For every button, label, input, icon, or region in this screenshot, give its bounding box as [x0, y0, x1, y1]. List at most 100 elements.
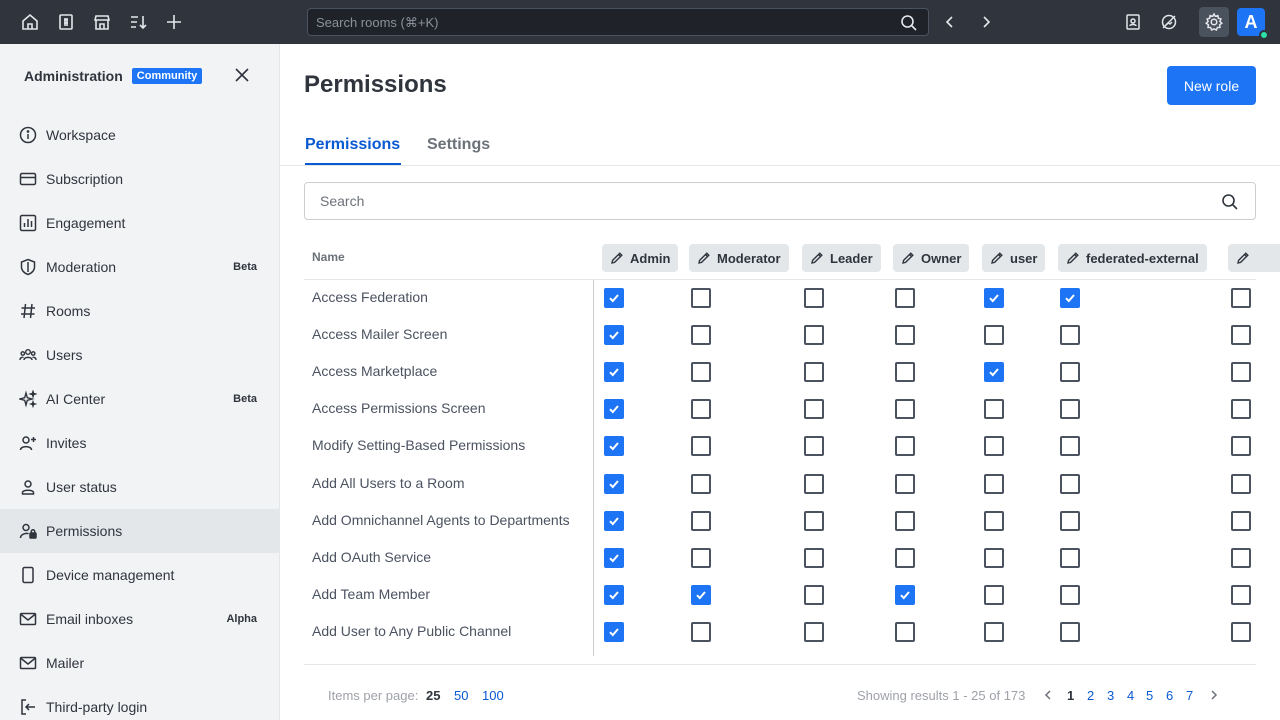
- permission-checkbox[interactable]: [1060, 325, 1080, 346]
- permission-checkbox[interactable]: [895, 473, 915, 494]
- permission-checkbox[interactable]: [895, 584, 915, 605]
- permission-checkbox[interactable]: [984, 362, 1004, 383]
- page-7[interactable]: 7: [1186, 688, 1193, 703]
- permission-checkbox[interactable]: [895, 325, 915, 346]
- sidebar-item-workspace[interactable]: Workspace: [0, 113, 279, 157]
- sidebar-item-email-inboxes[interactable]: Email inboxes Alpha: [0, 597, 279, 641]
- permission-checkbox[interactable]: [804, 288, 824, 308]
- sidebar-item-device-management[interactable]: Device management: [0, 553, 279, 597]
- permission-checkbox[interactable]: [604, 584, 624, 605]
- role-header-moderator[interactable]: Moderator: [689, 244, 789, 272]
- permission-checkbox[interactable]: [691, 584, 711, 605]
- permission-checkbox[interactable]: [804, 362, 824, 383]
- permission-checkbox[interactable]: [895, 436, 915, 457]
- permission-checkbox[interactable]: [984, 584, 1004, 605]
- permission-checkbox[interactable]: [1060, 621, 1080, 642]
- permission-checkbox[interactable]: [691, 473, 711, 494]
- next-page-icon[interactable]: [1208, 689, 1220, 701]
- permission-checkbox[interactable]: [1060, 510, 1080, 531]
- permission-checkbox[interactable]: [691, 547, 711, 568]
- permission-checkbox[interactable]: [1060, 362, 1080, 383]
- permission-checkbox[interactable]: [984, 510, 1004, 531]
- tab-settings[interactable]: Settings: [427, 136, 490, 154]
- permission-checkbox[interactable]: [691, 399, 711, 420]
- permission-checkbox[interactable]: [804, 399, 824, 420]
- sidebar-item-third-party-login[interactable]: Third-party login: [0, 685, 279, 720]
- role-header-admin[interactable]: Admin: [602, 244, 679, 272]
- sidebar-item-users[interactable]: Users: [0, 333, 279, 377]
- page-6[interactable]: 6: [1166, 688, 1173, 703]
- gear-icon[interactable]: [1202, 10, 1226, 34]
- permission-checkbox[interactable]: [691, 362, 711, 383]
- sidebar-item-mailer[interactable]: Mailer: [0, 641, 279, 685]
- back-arrow-icon[interactable]: [938, 10, 962, 34]
- new-role-button[interactable]: New role: [1167, 66, 1256, 105]
- permission-checkbox[interactable]: [804, 510, 824, 531]
- role-header-federated-external[interactable]: federated-external: [1058, 244, 1207, 272]
- permission-checkbox[interactable]: [604, 288, 624, 308]
- permission-checkbox[interactable]: [1231, 362, 1251, 383]
- sidebar-item-ai-center[interactable]: AI Center Beta: [0, 377, 279, 421]
- user-avatar[interactable]: A: [1237, 8, 1269, 40]
- permission-checkbox[interactable]: [804, 547, 824, 568]
- marketplace-icon[interactable]: [90, 10, 114, 34]
- permission-checkbox[interactable]: [691, 325, 711, 346]
- contact-book-icon[interactable]: [1121, 10, 1145, 34]
- permission-checkbox[interactable]: [1231, 547, 1251, 568]
- permission-checkbox[interactable]: [1231, 325, 1251, 346]
- permission-checkbox[interactable]: [895, 621, 915, 642]
- permission-checkbox[interactable]: [604, 436, 624, 457]
- role-header-clipped[interactable]: [1228, 244, 1280, 272]
- permission-checkbox[interactable]: [984, 325, 1004, 346]
- sidebar-item-rooms[interactable]: Rooms: [0, 289, 279, 333]
- close-icon[interactable]: [232, 65, 252, 85]
- permission-checkbox[interactable]: [984, 288, 1004, 308]
- sort-icon[interactable]: [126, 10, 150, 34]
- page-2[interactable]: 2: [1087, 688, 1094, 703]
- permission-checkbox[interactable]: [1231, 584, 1251, 605]
- permission-checkbox[interactable]: [604, 473, 624, 494]
- permission-checkbox[interactable]: [984, 399, 1004, 420]
- permission-checkbox[interactable]: [984, 436, 1004, 457]
- permission-checkbox[interactable]: [604, 510, 624, 531]
- permission-checkbox[interactable]: [1060, 584, 1080, 605]
- create-new-icon[interactable]: [162, 10, 186, 34]
- permission-checkbox[interactable]: [895, 399, 915, 420]
- permission-checkbox[interactable]: [984, 473, 1004, 494]
- items-per-page-25[interactable]: 25: [426, 688, 440, 703]
- permission-checkbox[interactable]: [895, 510, 915, 531]
- permission-checkbox[interactable]: [1060, 399, 1080, 420]
- permission-checkbox[interactable]: [604, 362, 624, 383]
- permission-checkbox[interactable]: [804, 473, 824, 494]
- permission-checkbox[interactable]: [1060, 547, 1080, 568]
- home-icon[interactable]: [18, 10, 42, 34]
- status-disabled-icon[interactable]: [1157, 10, 1181, 34]
- items-per-page-100[interactable]: 100: [482, 688, 504, 703]
- permission-checkbox[interactable]: [604, 325, 624, 346]
- permission-checkbox[interactable]: [804, 436, 824, 457]
- permission-checkbox[interactable]: [895, 547, 915, 568]
- forward-arrow-icon[interactable]: [974, 10, 998, 34]
- permission-checkbox[interactable]: [984, 547, 1004, 568]
- page-4[interactable]: 4: [1127, 688, 1134, 703]
- page-1[interactable]: 1: [1067, 688, 1074, 703]
- permission-checkbox[interactable]: [691, 436, 711, 457]
- permission-checkbox[interactable]: [604, 621, 624, 642]
- permission-checkbox[interactable]: [1231, 399, 1251, 420]
- room-search-input[interactable]: Search rooms (⌘+K): [307, 8, 929, 36]
- permission-checkbox[interactable]: [895, 362, 915, 383]
- permission-checkbox[interactable]: [691, 288, 711, 308]
- page-5[interactable]: 5: [1146, 688, 1153, 703]
- permission-checkbox[interactable]: [895, 288, 915, 308]
- permission-checkbox[interactable]: [804, 621, 824, 642]
- permission-checkbox[interactable]: [691, 510, 711, 531]
- permission-checkbox[interactable]: [604, 399, 624, 420]
- permission-checkbox[interactable]: [1231, 436, 1251, 457]
- permission-search-input[interactable]: Search: [304, 182, 1256, 220]
- directory-icon[interactable]: [54, 10, 78, 34]
- permission-checkbox[interactable]: [1060, 436, 1080, 457]
- permission-checkbox[interactable]: [691, 621, 711, 642]
- permission-checkbox[interactable]: [1231, 473, 1251, 494]
- sidebar-item-engagement[interactable]: Engagement: [0, 201, 279, 245]
- sidebar-item-user-status[interactable]: User status: [0, 465, 279, 509]
